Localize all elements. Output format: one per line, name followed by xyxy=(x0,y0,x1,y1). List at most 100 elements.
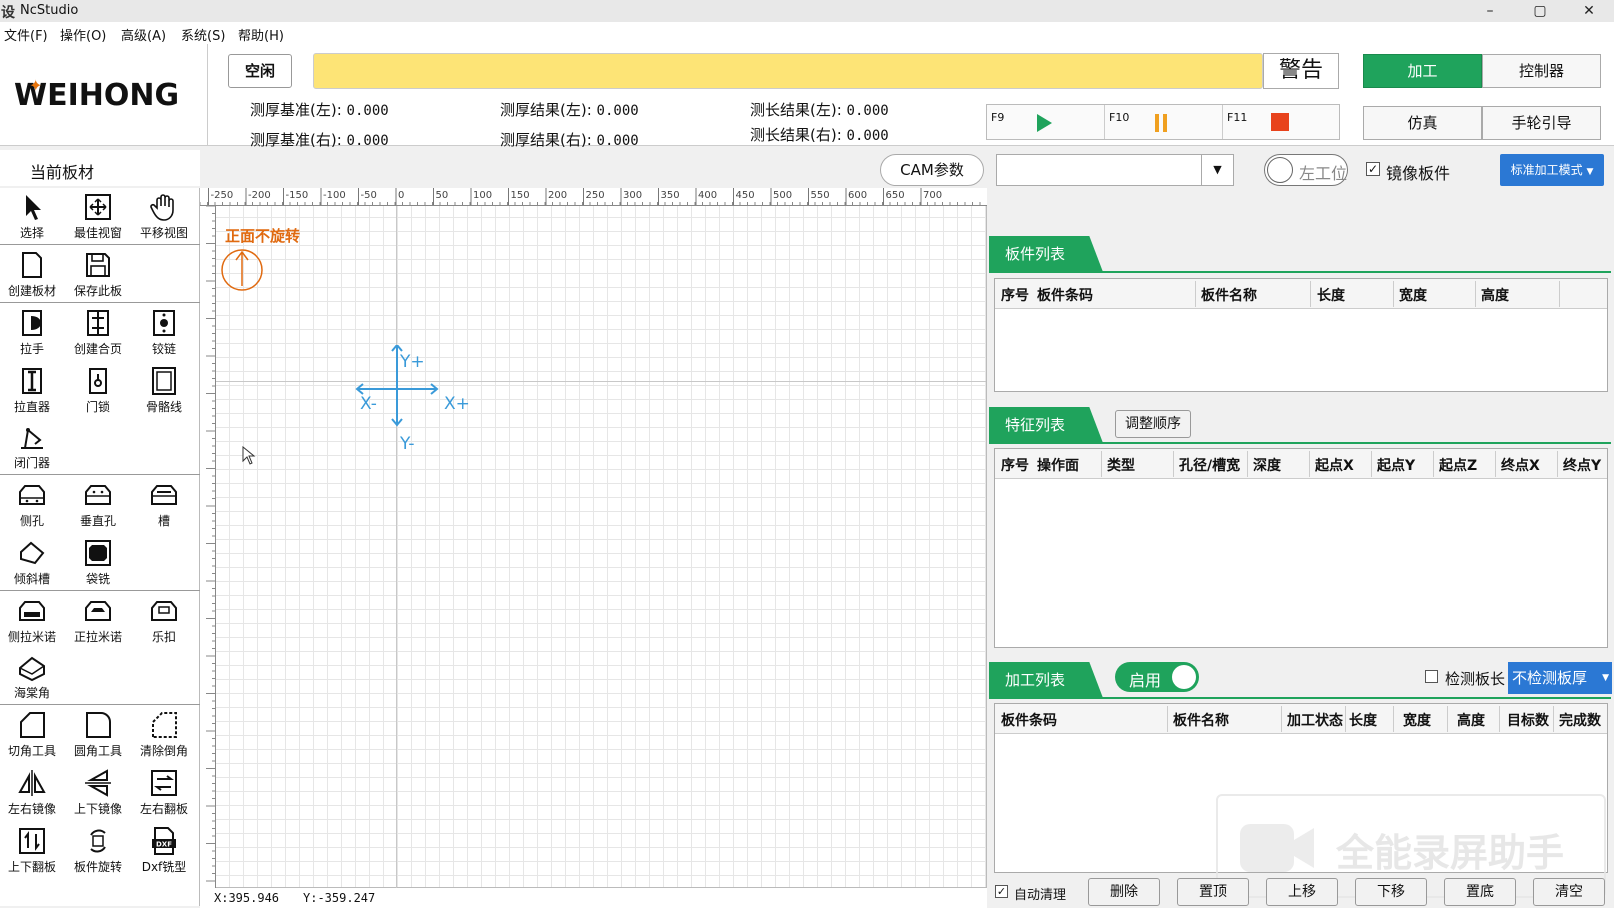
caret-down-icon: ▼ xyxy=(1602,673,1609,683)
menu-system[interactable]: 系统(S) xyxy=(181,25,225,44)
tool-create-hinge-group[interactable]: 创建合页 xyxy=(66,304,130,362)
feature-list-tab[interactable]: 特征列表 xyxy=(989,407,1103,443)
tool-best-view[interactable]: 最佳视窗 xyxy=(66,188,130,246)
close-button[interactable]: ✕ xyxy=(1566,0,1612,22)
tool-label: 门锁 xyxy=(85,400,110,414)
delete-button[interactable]: 删除 xyxy=(1088,878,1160,906)
detect-length-checkbox[interactable] xyxy=(1425,670,1438,683)
axis-indicator-icon xyxy=(355,345,439,427)
begonia-corner-icon xyxy=(19,656,45,682)
reorder-button[interactable]: 调整顺序 xyxy=(1115,410,1191,438)
tool-hinge[interactable]: 铰链 xyxy=(132,304,196,362)
clear-button[interactable]: 清空 xyxy=(1533,878,1605,906)
tab-controller[interactable]: 控制器 xyxy=(1482,54,1601,88)
ruler-tick-label: 100 xyxy=(473,190,492,201)
stop-button[interactable]: F11 xyxy=(1223,105,1341,139)
mirror-board-checkbox[interactable]: ✓ xyxy=(1366,162,1380,176)
tool-side-lamino[interactable]: 侧拉米诺 xyxy=(0,592,64,650)
enable-toggle[interactable]: 启用 xyxy=(1115,662,1199,692)
tool-oblique-slot[interactable]: 倾斜槽 xyxy=(0,534,64,592)
auto-clean-checkbox[interactable]: ✓ xyxy=(995,885,1008,898)
svg-text:DXF: DXF xyxy=(156,841,172,849)
menu-operation[interactable]: 操作(O) xyxy=(60,25,106,44)
maximize-button[interactable]: ▢ xyxy=(1517,0,1563,22)
tool-create-board[interactable]: 创建板材 xyxy=(0,246,64,304)
ruler-tick-label: 450 xyxy=(736,190,755,201)
simulate-button[interactable]: 仿真 xyxy=(1363,106,1482,140)
col-header: 目标数 xyxy=(1507,713,1549,729)
tool-vertical-hole[interactable]: 垂直孔 xyxy=(66,476,130,534)
tool-pocket-milling[interactable]: 袋铣 xyxy=(66,534,130,592)
thick-ref-right-label: 测厚基准(右): xyxy=(250,131,342,149)
col-header: 高度 xyxy=(1481,288,1509,304)
cam-params-button[interactable]: CAM参数 xyxy=(880,154,984,186)
board-list-table[interactable]: 序号 板件条码 板件名称 长度 宽度 高度 xyxy=(994,278,1608,392)
tool-side-hole[interactable]: 侧孔 xyxy=(0,476,64,534)
tool-mirror-lr[interactable]: 左右镜像 xyxy=(0,764,64,822)
move-top-button[interactable]: 置顶 xyxy=(1177,878,1249,906)
process-list-tab[interactable]: 加工列表 xyxy=(989,662,1103,698)
tool-save-board[interactable]: 保存此板 xyxy=(66,246,130,304)
len-res-right-label: 测长结果(右): xyxy=(750,126,842,144)
board-list-tab[interactable]: 板件列表 xyxy=(989,236,1103,272)
tool-door-closer[interactable]: 闭门器 xyxy=(0,418,64,476)
feature-list-table[interactable]: 序号 操作面 类型 孔径/槽宽 深度 起点X 起点Y 起点Z 终点X 终点Y xyxy=(994,448,1608,648)
tool-dxf-milling[interactable]: DXF Dxf铣型 xyxy=(132,822,196,880)
tool-flip-lr[interactable]: 左右翻板 xyxy=(132,764,196,822)
current-board-label: 当前板材 xyxy=(30,163,95,182)
chevron-down-icon[interactable]: ▼ xyxy=(1201,155,1233,185)
process-mode-dropdown[interactable]: 标准加工模式 ▼ xyxy=(1500,154,1604,186)
handle-icon xyxy=(22,310,42,336)
start-button[interactable]: F9 xyxy=(987,105,1105,139)
menu-file[interactable]: 文件(F) xyxy=(4,25,48,44)
top-ruler: -250 -200 -150 -100 -50 0 50 100 150 200 250 300 350… xyxy=(200,188,987,206)
ruler-tick-label: 600 xyxy=(848,190,867,201)
tool-board-rotate[interactable]: 板件旋转 xyxy=(66,822,130,880)
tool-flip-ud[interactable]: 上下翻板 xyxy=(0,822,64,880)
tool-handle[interactable]: 拉手 xyxy=(0,304,64,362)
tab-process[interactable]: 加工 xyxy=(1363,54,1482,88)
tool-chamfer[interactable]: 切角工具 xyxy=(0,706,64,764)
thick-ref-left: 测厚基准(左): 0.000 xyxy=(250,99,389,120)
arrow-cursor-icon xyxy=(26,195,41,220)
tool-separator xyxy=(0,244,200,245)
handwheel-button[interactable]: 手轮引导 xyxy=(1482,106,1601,140)
toggle-knob xyxy=(1267,157,1293,183)
board-select-combo[interactable]: ▼ xyxy=(996,154,1234,186)
menu-advanced[interactable]: 高级(A) xyxy=(121,25,166,44)
tool-door-lock[interactable]: 门锁 xyxy=(66,362,130,420)
warning-button[interactable]: 警告 xyxy=(1263,53,1339,89)
front-lamino-icon xyxy=(85,601,111,621)
menu-help[interactable]: 帮助(H) xyxy=(238,25,284,44)
tool-front-lamino[interactable]: 正拉米诺 xyxy=(66,592,130,650)
tool-straightener[interactable]: 拉直器 xyxy=(0,362,64,420)
enable-label: 启用 xyxy=(1129,671,1162,690)
thickness-mode-dropdown[interactable]: 不检测板厚 ▼ xyxy=(1508,662,1612,694)
move-up-button[interactable]: 上移 xyxy=(1266,878,1338,906)
machine-state-button[interactable]: 空闲 xyxy=(228,54,292,88)
tool-clip-lock[interactable]: 乐扣 xyxy=(132,592,196,650)
door-lock-icon xyxy=(89,368,107,394)
cursor-x-readout: X:395.946 xyxy=(214,891,280,905)
tool-label: 垂直孔 xyxy=(79,514,116,528)
thick-ref-right: 测厚基准(右): 0.000 xyxy=(250,129,389,150)
left-station-toggle[interactable]: 左工位 xyxy=(1264,154,1348,186)
tool-mirror-ud[interactable]: 上下镜像 xyxy=(66,764,130,822)
tool-bone-line[interactable]: 骨骼线 xyxy=(132,362,196,420)
tool-label: 创建合页 xyxy=(73,342,122,356)
col-header: 宽度 xyxy=(1399,288,1427,304)
drawing-canvas[interactable] xyxy=(200,188,987,888)
tool-fillet[interactable]: 圆角工具 xyxy=(66,706,130,764)
detect-length-label: 检测板长 xyxy=(1445,670,1506,688)
pause-button[interactable]: F10 xyxy=(1105,105,1223,139)
minimize-button[interactable]: – xyxy=(1467,0,1513,22)
tool-clear-chamfer[interactable]: 清除倒角 xyxy=(132,706,196,764)
col-header: 加工状态 xyxy=(1287,713,1343,729)
tool-pan[interactable]: 平移视图 xyxy=(132,188,196,246)
move-bottom-button[interactable]: 置底 xyxy=(1444,878,1516,906)
tool-slot[interactable]: 槽 xyxy=(132,476,196,534)
tool-begonia-corner[interactable]: 海棠角 xyxy=(0,648,64,706)
tool-select[interactable]: 选择 xyxy=(0,188,64,246)
fillet-icon xyxy=(86,712,111,738)
move-down-button[interactable]: 下移 xyxy=(1355,878,1427,906)
